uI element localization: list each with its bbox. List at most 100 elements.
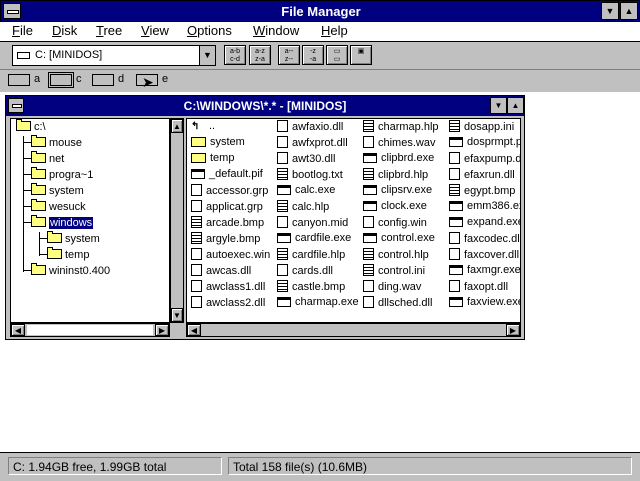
scroll-right-arrow-icon[interactable]: ▶: [506, 324, 520, 336]
list-item[interactable]: faxmgr.exe: [449, 264, 520, 280]
list-item[interactable]: control.ini: [363, 264, 449, 280]
list-item[interactable]: faxcover.dll: [449, 248, 520, 264]
list-item[interactable]: clipbrd.hlp: [363, 168, 449, 184]
menu-disk[interactable]: Disk: [52, 23, 77, 38]
list-item[interactable]: ding.wav: [363, 280, 449, 296]
list-item[interactable]: calc.exe: [277, 184, 363, 200]
list-item[interactable]: clock.exe: [363, 200, 449, 216]
list-item[interactable]: chimes.wav: [363, 136, 449, 152]
list-item[interactable]: awclass1.dll: [191, 280, 275, 296]
list-item[interactable]: arcade.bmp: [191, 216, 275, 232]
tree-item-selected[interactable]: windows: [23, 215, 94, 233]
scroll-track[interactable]: [27, 325, 153, 335]
tree-vertical-scrollbar[interactable]: ▲ ▼: [170, 118, 184, 323]
file-list[interactable]: ↰.. system temp _default.pif accessor.gr…: [186, 118, 521, 323]
list-item[interactable]: faxopt.dll: [449, 280, 520, 296]
menu-options[interactable]: Options: [187, 23, 232, 38]
scroll-left-arrow-icon[interactable]: ◀: [187, 324, 201, 336]
drive-select-value: C: [MINIDOS]: [35, 49, 103, 61]
tree-root[interactable]: c:\: [16, 119, 46, 133]
list-item[interactable]: emm386.exe: [449, 200, 520, 216]
list-item[interactable]: system: [191, 136, 275, 152]
scroll-left-arrow-icon[interactable]: ◀: [11, 324, 25, 336]
list-item[interactable]: argyle.bmp: [191, 232, 275, 248]
list-item[interactable]: dosapp.ini: [449, 120, 520, 136]
tree-item[interactable]: wininst0.400: [23, 263, 110, 281]
list-item[interactable]: config.win: [363, 216, 449, 232]
directory-tree[interactable]: c:\ mouse net progra~1 system wesuck win…: [10, 118, 170, 323]
list-item[interactable]: charmap.exe: [277, 296, 363, 312]
list-item[interactable]: dosprmpt.pif: [449, 136, 520, 152]
maximize-button[interactable]: ▲: [620, 2, 638, 20]
list-item[interactable]: dllsched.dll: [363, 296, 449, 312]
list-item[interactable]: accessor.grp: [191, 184, 275, 200]
drive-bar: a c d e ➤: [0, 70, 640, 92]
file-icon: [363, 280, 374, 292]
list-item[interactable]: autoexec.win: [191, 248, 275, 264]
list-item[interactable]: _default.pif: [191, 168, 275, 184]
list-item[interactable]: castle.bmp: [277, 280, 363, 296]
toolbar: C: [MINIDOS] ▼ a-b c-d a-z z-a a-- z-- -z -a…: [0, 42, 640, 70]
hard-drive-icon: [17, 52, 30, 59]
menu-file[interactable]: File: [12, 23, 33, 38]
list-item[interactable]: awt30.dll: [277, 152, 363, 168]
tree-item[interactable]: net: [23, 151, 64, 169]
drive-d[interactable]: d: [92, 73, 128, 88]
list-item[interactable]: control.exe: [363, 232, 449, 248]
list-item[interactable]: cardfile.hlp: [277, 248, 363, 264]
scroll-right-arrow-icon[interactable]: ▶: [155, 324, 169, 336]
list-item[interactable]: awfaxio.dll: [277, 120, 363, 136]
list-item[interactable]: ↰..: [191, 120, 275, 136]
list-item[interactable]: efaxpump.dll: [449, 152, 520, 168]
list-item[interactable]: expand.exe: [449, 216, 520, 232]
list-item[interactable]: control.hlp: [363, 248, 449, 264]
directory-window-titlebar[interactable]: C:\WINDOWS\*.* - [MINIDOS] ▼ ▲: [6, 96, 524, 116]
list-item[interactable]: awclass2.dll: [191, 296, 275, 312]
sort-by-name-button[interactable]: a-b c-d: [224, 45, 246, 65]
list-item[interactable]: clipsrv.exe: [363, 184, 449, 200]
file-icon: [449, 168, 460, 180]
menu-view[interactable]: View: [141, 23, 169, 38]
tree-item[interactable]: temp: [39, 247, 89, 265]
list-item[interactable]: canyon.mid: [277, 216, 363, 232]
copy-icon[interactable]: ▭ ▭: [326, 45, 348, 65]
sort-ascending-button[interactable]: a-- z--: [278, 45, 300, 65]
list-item[interactable]: efaxrun.dll: [449, 168, 520, 184]
chevron-down-icon[interactable]: ▼: [199, 46, 215, 65]
list-item[interactable]: awfxprot.dll: [277, 136, 363, 152]
new-window-button[interactable]: ▣: [350, 45, 372, 65]
file-list-horizontal-scrollbar[interactable]: ◀ ▶: [186, 323, 521, 337]
scroll-up-arrow-icon[interactable]: ▲: [171, 119, 183, 133]
list-item[interactable]: awcas.dll: [191, 264, 275, 280]
list-item[interactable]: charmap.hlp: [363, 120, 449, 136]
sort-descending-button[interactable]: -z -a: [302, 45, 324, 65]
list-item[interactable]: egypt.bmp: [449, 184, 520, 200]
menu-window[interactable]: Window: [253, 23, 299, 38]
list-item[interactable]: bootlog.txt: [277, 168, 363, 184]
directory-window[interactable]: C:\WINDOWS\*.* - [MINIDOS] ▼ ▲ c:\ mouse…: [5, 95, 525, 340]
scroll-down-arrow-icon[interactable]: ▼: [171, 308, 183, 322]
minimize-button[interactable]: ▼: [601, 2, 619, 20]
drive-c[interactable]: c: [48, 72, 90, 88]
list-item[interactable]: clipbrd.exe: [363, 152, 449, 168]
sort-by-type-button[interactable]: a-z z-a: [249, 45, 271, 65]
drive-a[interactable]: a: [8, 73, 44, 88]
drive-select[interactable]: C: [MINIDOS] ▼: [12, 45, 216, 66]
minimize-button[interactable]: ▼: [490, 97, 507, 114]
floppy-drive-icon: [8, 74, 30, 86]
list-item[interactable]: faxview.exe: [449, 296, 520, 312]
menu-tree[interactable]: Tree: [96, 23, 122, 38]
maximize-button[interactable]: ▲: [507, 97, 524, 114]
list-item[interactable]: temp: [191, 152, 275, 168]
list-item[interactable]: calc.hlp: [277, 200, 363, 216]
title-bar[interactable]: File Manager ▼ ▲: [0, 0, 640, 22]
list-item[interactable]: cards.dll: [277, 264, 363, 280]
list-item[interactable]: applicat.grp: [191, 200, 275, 216]
tree-horizontal-scrollbar[interactable]: ◀ ▶: [10, 323, 170, 337]
file-icon: [277, 216, 288, 228]
folder-icon: [47, 231, 62, 243]
list-item[interactable]: faxcodec.dll: [449, 232, 520, 248]
menu-help[interactable]: Help: [321, 23, 348, 38]
list-item[interactable]: cardfile.exe: [277, 232, 363, 248]
file-column-1: ↰.. system temp _default.pif accessor.gr…: [191, 120, 275, 312]
